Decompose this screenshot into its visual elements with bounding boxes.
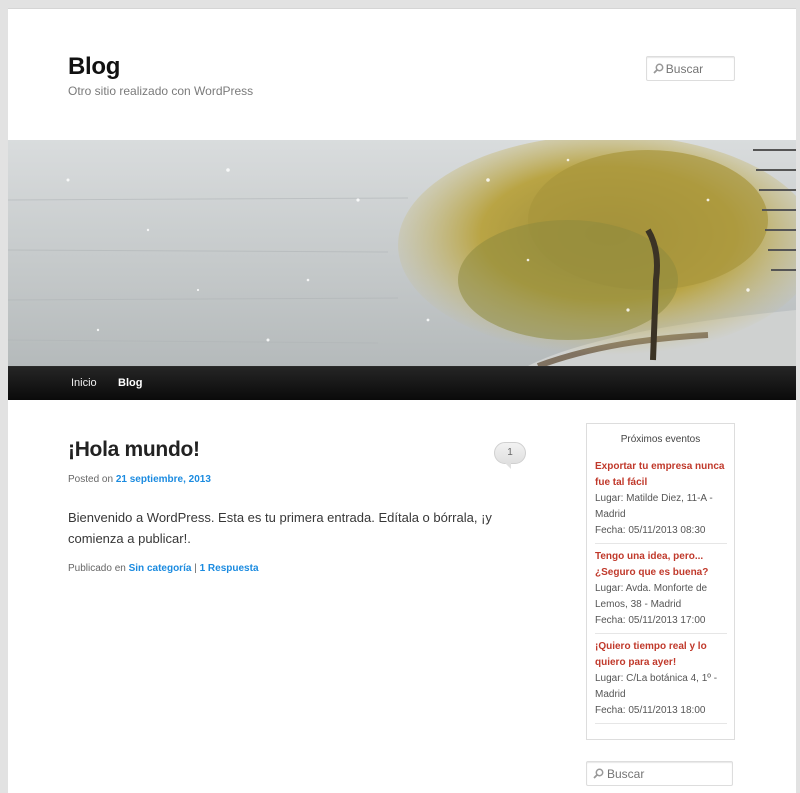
posted-on-label: Posted on [68, 474, 114, 485]
header-search[interactable] [646, 56, 735, 81]
search-icon [591, 768, 607, 779]
published-in-label: Publicado en [68, 563, 126, 574]
event-date: Fecha: 05/11/2013 17:00 [595, 615, 706, 626]
event-title[interactable]: ¡Quiero tiempo real y lo quiero para aye… [595, 639, 727, 671]
sidebar-search[interactable] [586, 761, 733, 786]
event-place: Lugar: C/La botánica 4, 1º - Madrid [595, 673, 718, 700]
header-banner-image [8, 140, 796, 366]
site-description: Otro sitio realizado con WordPress [68, 84, 254, 98]
post-content: Bienvenido a WordPress. Esta es tu prime… [68, 510, 492, 546]
post-date-link[interactable]: 21 septiembre, 2013 [116, 474, 211, 485]
event-place: Lugar: Avda. Monforte de Lemos, 38 - Mad… [595, 583, 708, 610]
post-meta: Posted on 21 septiembre, 2013 [68, 474, 211, 485]
post-footer: Publicado en Sin categoría | 1 Respuesta [68, 563, 259, 574]
main-navigation: Inicio Blog [8, 366, 796, 400]
event-place: Lugar: Matilde Diez, 11-A - Madrid [595, 493, 713, 520]
responses-link[interactable]: 1 Respuesta [200, 563, 259, 574]
post-title[interactable]: ¡Hola mundo! [68, 438, 200, 462]
event-date: Fecha: 05/11/2013 18:00 [595, 705, 706, 716]
header-search-input[interactable] [665, 61, 734, 76]
widget-title: Próximos eventos [620, 434, 701, 445]
event-title[interactable]: Exportar tu empresa nunca fue tal fácil [595, 459, 727, 491]
upcoming-events-widget: Próximos eventos Exportar tu empresa nun… [586, 423, 735, 740]
comment-count-bubble[interactable]: 1 [494, 442, 526, 469]
nav-item-inicio[interactable]: Inicio [71, 377, 97, 389]
event-title[interactable]: Tengo una idea, pero... ¿Seguro que es b… [595, 549, 727, 581]
event-date: Fecha: 05/11/2013 08:30 [595, 525, 706, 536]
event-item: ¡Quiero tiempo real y lo quiero para aye… [595, 639, 727, 724]
event-item: Exportar tu empresa nunca fue tal fácil … [595, 459, 727, 544]
sidebar-search-input[interactable] [606, 766, 732, 781]
site-title[interactable]: Blog [68, 53, 120, 81]
event-item: Tengo una idea, pero... ¿Seguro que es b… [595, 549, 727, 634]
page: Blog Otro sitio realizado con WordPress [8, 8, 796, 793]
footer-separator: | [194, 563, 197, 574]
nav-item-blog[interactable]: Blog [118, 377, 142, 389]
search-icon [651, 63, 666, 74]
category-link[interactable]: Sin categoría [129, 563, 192, 574]
